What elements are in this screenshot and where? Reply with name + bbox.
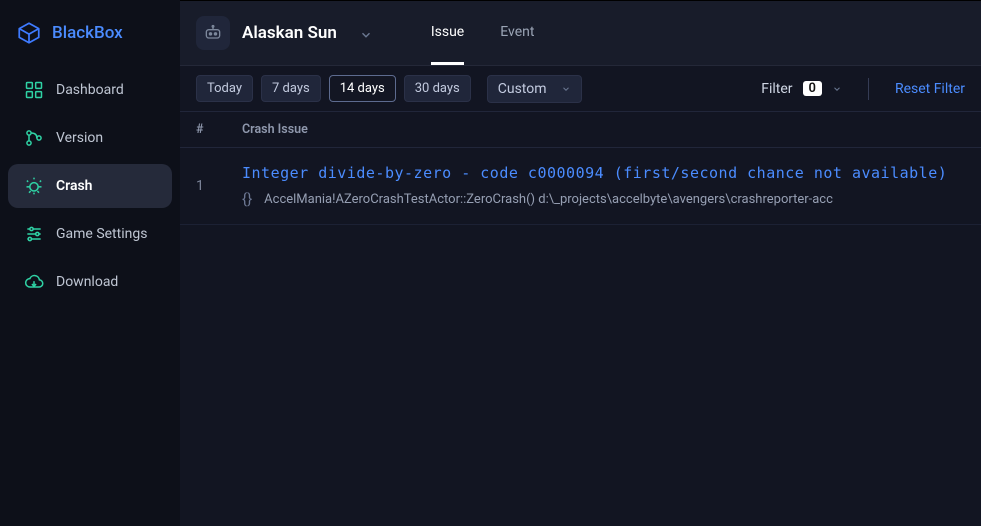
tabs: Issue Event [431,2,535,65]
sidebar-item-dashboard[interactable]: Dashboard [8,68,172,112]
sidebar-item-label: Dashboard [56,82,124,98]
table-row[interactable]: 1 Integer divide-by-zero - code c0000094… [180,148,981,225]
filter-dropdown[interactable]: Filter 0 [761,81,842,97]
custom-label: Custom [498,81,547,97]
reset-filter-link[interactable]: Reset Filter [895,81,965,97]
row-body: Integer divide-by-zero - code c0000094 (… [242,164,965,208]
project-name: Alaskan Sun [242,23,337,43]
sidebar-item-version[interactable]: Version [8,116,172,160]
tab-issue[interactable]: Issue [431,2,464,65]
row-number: 1 [196,164,242,208]
sidebar-item-game-settings[interactable]: Game Settings [8,212,172,256]
filter-range-custom[interactable]: Custom [487,75,582,103]
sidebar-item-crash[interactable]: Crash [8,164,172,208]
crash-icon [24,176,44,196]
filter-range-30-days[interactable]: 30 days [404,75,471,102]
filter-label: Filter [761,81,792,97]
tab-event[interactable]: Event [500,2,534,65]
col-crash-issue: Crash Issue [242,122,308,137]
chevron-down-icon [561,84,571,94]
col-number: # [196,122,242,137]
sidebar-item-label: Crash [56,178,93,194]
project-avatar [196,16,230,50]
dashboard-icon [24,80,44,100]
crash-issue-subtitle: {} AccelMania!AZeroCrashTestActor::ZeroC… [242,190,965,208]
filter-range-14-days[interactable]: 14 days [329,75,396,102]
version-icon [24,128,44,148]
chevron-down-icon[interactable] [359,27,371,39]
crash-issue-title[interactable]: Integer divide-by-zero - code c0000094 (… [242,164,965,182]
table-header: # Crash Issue [180,112,981,148]
filter-range-today[interactable]: Today [196,75,253,102]
main: Alaskan Sun Issue Event Today 7 days 14 … [180,0,981,526]
sidebar-item-download[interactable]: Download [8,260,172,304]
divider [868,78,869,100]
braces-icon: {} [242,190,252,208]
topbar: Alaskan Sun Issue Event [180,0,981,66]
cube-icon [16,20,42,46]
chevron-down-icon [832,84,842,94]
sidebar: BlackBox Dashboard Version Crash Game Se… [0,0,180,526]
brand[interactable]: BlackBox [0,12,180,54]
filter-range-7-days[interactable]: 7 days [261,75,321,102]
crash-issue-path: AccelMania!AZeroCrashTestActor::ZeroCras… [264,192,833,207]
filter-bar: Today 7 days 14 days 30 days Custom Filt… [180,66,981,112]
brand-name: BlackBox [52,23,123,43]
sidebar-item-label: Game Settings [56,226,147,242]
sliders-icon [24,224,44,244]
filter-count-badge: 0 [803,81,822,96]
sidebar-item-label: Version [56,130,103,146]
sidebar-item-label: Download [56,274,118,290]
cloud-download-icon [24,272,44,292]
